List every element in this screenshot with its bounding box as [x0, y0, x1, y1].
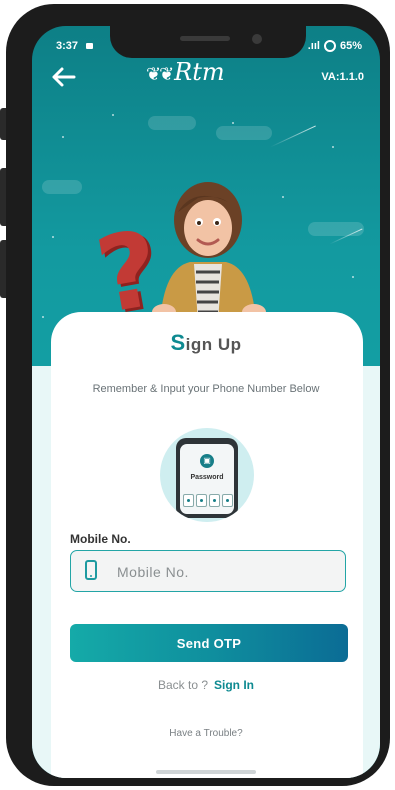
pin-box — [183, 494, 194, 507]
battery-percent: 65% — [339, 40, 362, 52]
phone-illustration-icon: ▣ Password — [176, 438, 238, 518]
title-initial: S — [170, 330, 186, 355]
sky-star — [232, 122, 234, 124]
mobile-label: Mobile No. — [70, 532, 131, 546]
side-button — [0, 240, 6, 298]
password-illustration: ▣ Password — [160, 428, 254, 522]
phone-frame: 3:37 .ııl 65% ❦❦Rtm VA:1.1.0 ? Sign Up R… — [0, 4, 390, 786]
status-indicators: .ııl 65% — [308, 40, 362, 52]
camera-notch — [110, 26, 306, 58]
pin-box — [196, 494, 207, 507]
have-trouble-link[interactable]: Have a Trouble? — [32, 728, 380, 739]
mobile-input-wrapper[interactable] — [70, 550, 346, 593]
sky-cloud — [148, 116, 196, 130]
sign-in-link[interactable]: Sign In — [214, 678, 254, 692]
sky-star — [52, 236, 54, 238]
back-arrow-icon[interactable] — [50, 66, 76, 88]
signal-icon: .ııl — [307, 40, 320, 52]
home-indicator — [156, 770, 256, 774]
side-button — [0, 108, 6, 140]
logo-text: Rtm — [174, 58, 225, 86]
sky-star — [112, 114, 114, 116]
sky-cloud — [216, 126, 272, 140]
send-otp-button[interactable]: Send OTP — [70, 624, 348, 662]
back-prompt: Back to ? — [157, 678, 209, 692]
pin-box — [222, 494, 233, 507]
sky-star — [42, 316, 44, 318]
sky-star — [352, 276, 354, 278]
rtm-logo: ❦❦Rtm — [146, 58, 225, 86]
shooting-star — [270, 125, 316, 148]
back-to-sign-in: Back to ? Sign In — [32, 678, 380, 692]
mobile-phone-icon — [85, 560, 97, 580]
mobile-input[interactable] — [115, 551, 339, 593]
instruction-text: Remember & Input your Phone Number Below — [92, 383, 320, 395]
illustration-screen: ▣ Password — [180, 444, 234, 514]
sky-star — [332, 146, 334, 148]
side-button — [0, 168, 6, 226]
title-rest: ign Up — [185, 335, 242, 354]
illustration-password-label: Password — [190, 474, 224, 481]
sky-star — [62, 136, 64, 138]
lock-icon: ▣ — [200, 454, 214, 468]
app-screen: 3:37 .ııl 65% ❦❦Rtm VA:1.1.0 ? Sign Up R… — [32, 26, 380, 778]
sky-cloud — [308, 222, 364, 236]
battery-icon — [323, 40, 336, 52]
page-title: Sign Up — [32, 330, 380, 356]
mascot-character — [152, 182, 266, 322]
speaker-grille — [180, 36, 230, 41]
camera-lens — [252, 34, 262, 44]
pin-box — [209, 494, 220, 507]
sky-cloud — [42, 180, 82, 194]
status-time: 3:37 — [56, 40, 79, 52]
sky-star — [282, 196, 284, 198]
app-version: VA:1.1.0 — [321, 71, 364, 83]
notification-icon — [86, 43, 93, 49]
leaf-icon: ❦❦ — [146, 64, 174, 85]
